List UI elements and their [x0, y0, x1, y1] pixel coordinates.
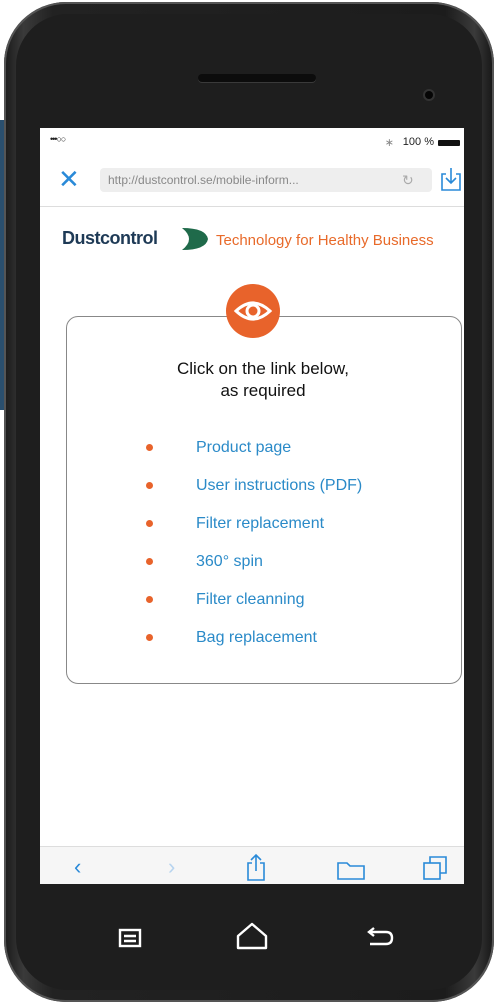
bullet-icon	[146, 482, 153, 489]
link-bag-replacement[interactable]: Bag replacement	[146, 628, 362, 666]
menu-icon[interactable]	[110, 918, 150, 958]
link-360-spin[interactable]: 360° spin	[146, 552, 362, 590]
link-label[interactable]: Product page	[196, 439, 291, 456]
link-label[interactable]: 360° spin	[196, 553, 263, 570]
card-title-line2: as required	[220, 381, 306, 400]
bookmarks-icon[interactable]	[336, 853, 366, 881]
bullet-icon	[146, 558, 153, 565]
share-icon[interactable]	[246, 853, 266, 881]
logo-text: Dustcontrol	[62, 228, 158, 248]
link-product-page[interactable]: Product page	[146, 438, 362, 476]
bullet-icon	[146, 634, 153, 641]
android-nav-bar	[60, 918, 440, 958]
bullet-icon	[146, 596, 153, 603]
status-bar: •••○○ ∗ 100 %	[40, 128, 464, 154]
download-icon[interactable]	[440, 166, 462, 192]
link-label[interactable]: Filter replacement	[196, 515, 324, 532]
battery-icon	[438, 140, 460, 146]
dustcontrol-logo[interactable]: Dustcontrol	[62, 226, 212, 252]
links-list: Product page User instructions (PDF) Fil…	[146, 438, 362, 666]
link-label[interactable]: Filter cleanning	[196, 591, 305, 608]
signal-indicator: •••○○	[50, 134, 66, 144]
browser-url-bar: ✕ http://dustcontrol.se/mobile-inform...…	[40, 162, 464, 202]
logo-swoosh-icon	[182, 228, 208, 250]
card-title: Click on the link below, as required	[66, 358, 460, 402]
bullet-icon	[146, 444, 153, 451]
link-user-instructions[interactable]: User instructions (PDF)	[146, 476, 362, 514]
close-icon[interactable]: ✕	[58, 166, 80, 192]
bluetooth-icon: ∗	[384, 137, 394, 149]
url-bar-divider	[40, 206, 464, 207]
link-label[interactable]: Bag replacement	[196, 629, 317, 646]
battery-percentage: 100 %	[402, 136, 434, 148]
phone-screen: •••○○ ∗ 100 % ✕ http://dustcontrol.se/mo…	[40, 128, 464, 884]
link-filter-replacement[interactable]: Filter replacement	[146, 514, 362, 552]
back-icon[interactable]: ‹	[74, 853, 81, 881]
eye-icon	[226, 284, 280, 338]
link-filter-cleaning[interactable]: Filter cleanning	[146, 590, 362, 628]
front-camera	[425, 91, 433, 99]
link-label[interactable]: User instructions (PDF)	[196, 477, 362, 494]
bullet-icon	[146, 520, 153, 527]
reload-icon[interactable]: ↻	[402, 168, 414, 192]
browser-toolbar: ‹ ›	[40, 846, 464, 884]
earpiece-speaker	[198, 74, 316, 82]
return-icon[interactable]	[360, 918, 400, 958]
home-icon[interactable]	[232, 918, 272, 958]
url-field[interactable]: http://dustcontrol.se/mobile-inform...	[100, 168, 432, 192]
brand-tagline: Technology for Healthy Business	[216, 232, 434, 249]
forward-icon[interactable]: ›	[168, 853, 175, 881]
tabs-icon[interactable]	[422, 853, 450, 881]
card-title-line1: Click on the link below,	[177, 359, 349, 378]
